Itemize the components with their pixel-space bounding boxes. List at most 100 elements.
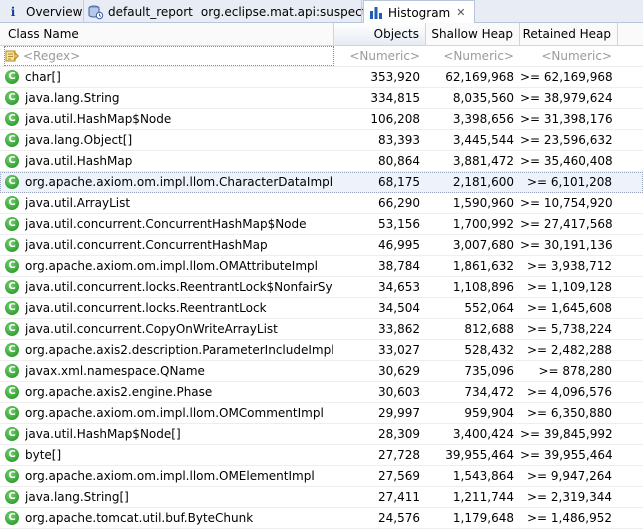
shallow-heap-cell: 959,904 — [464, 406, 514, 420]
class-name-cell: C byte[] — [5, 445, 333, 465]
shallow-heap-cell: 3,007,680 — [452, 238, 514, 252]
column-header-class-name[interactable]: Class Name — [0, 23, 334, 45]
table-row[interactable]: C java.util.concurrent.locks.ReentrantLo… — [0, 277, 643, 298]
objects-filter-input[interactable]: <Numeric> — [334, 46, 426, 66]
table-row[interactable]: C org.apache.axiom.om.impl.llom.OMAttrib… — [0, 256, 643, 277]
table-row[interactable]: C org.apache.tomcat.util.buf.ByteChunk 2… — [0, 508, 643, 529]
class-name: org.apache.tomcat.util.buf.ByteChunk — [25, 511, 254, 525]
shallow-heap-cell: 1,179,648 — [452, 511, 514, 525]
shallow-heap-cell: 552,064 — [464, 301, 514, 315]
class-icon: C — [5, 196, 19, 210]
retained-heap-cell: >= 9,947,264 — [527, 469, 612, 483]
objects-cell: 38,784 — [378, 259, 420, 273]
class-icon: C — [5, 238, 19, 252]
objects-cell: 34,653 — [378, 280, 420, 294]
table-row[interactable]: C java.lang.String 334,815 8,035,560 >= … — [0, 88, 643, 109]
shallow-heap-filter-input[interactable]: <Numeric> — [426, 46, 520, 66]
class-name: org.apache.axiom.om.impl.llom.OMCommentI… — [25, 406, 324, 420]
info-icon: i — [10, 4, 16, 19]
table-row[interactable]: C org.apache.axis2.description.Parameter… — [0, 340, 643, 361]
tab-histogram[interactable]: Histogram ✕ — [363, 0, 475, 24]
table-row[interactable]: C java.util.HashMap$Node[] 28,309 3,400,… — [0, 424, 643, 445]
tab-default-report[interactable]: default_report org.eclipse.mat.api:suspe… — [84, 0, 373, 23]
tab-overview[interactable]: i Overview — [0, 0, 84, 23]
shallow-heap-cell: 2,181,600 — [452, 175, 514, 189]
table-row[interactable]: C javax.xml.namespace.QName 30,629 735,0… — [0, 361, 643, 382]
class-icon: C — [5, 490, 19, 504]
retained-heap-cell: >= 6,101,208 — [527, 175, 612, 189]
tab-report-label: default_report — [108, 4, 193, 19]
shallow-heap-cell: 62,169,968 — [445, 70, 514, 84]
column-header-retained-heap[interactable]: Retained Heap — [520, 23, 618, 45]
class-icon: C — [5, 175, 19, 189]
table-row[interactable]: C java.lang.Object[] 83,393 3,445,544 >=… — [0, 130, 643, 151]
column-header-shallow-heap[interactable]: Shallow Heap — [426, 23, 520, 45]
table-row[interactable]: C java.util.concurrent.ConcurrentHashMap… — [0, 214, 643, 235]
objects-cell: 106,208 — [370, 112, 420, 126]
class-name: org.apache.axiom.om.impl.llom.OMAttribut… — [25, 259, 318, 273]
class-name-cell: C java.util.HashMap$Node — [5, 109, 333, 129]
objects-cell: 66,290 — [378, 196, 420, 210]
class-name: java.lang.Object[] — [25, 133, 133, 147]
table-row[interactable]: C java.util.HashMap 80,864 3,881,472 >= … — [0, 151, 643, 172]
histogram-table-body: C char[] 353,920 62,169,968 >= 62,169,96… — [0, 67, 643, 529]
retained-heap-cell: >= 1,645,608 — [527, 301, 612, 315]
class-name: java.lang.String[] — [25, 490, 129, 504]
class-name: char[] — [25, 70, 61, 84]
class-name-cell: C java.util.concurrent.ConcurrentHashMap… — [5, 214, 333, 234]
class-icon: C — [5, 427, 19, 441]
retained-heap-cell: >= 878,280 — [538, 364, 612, 378]
retained-heap-filter-input[interactable]: <Numeric> — [520, 46, 618, 66]
table-row[interactable]: C org.apache.axiom.om.impl.llom.Characte… — [0, 172, 643, 193]
shallow-heap-cell: 528,432 — [464, 343, 514, 357]
class-name: java.util.concurrent.locks.ReentrantLock — [25, 301, 267, 315]
class-name-cell: C java.util.concurrent.ConcurrentHashMap — [5, 235, 333, 255]
class-name: java.util.concurrent.ConcurrentHashMap$N… — [25, 217, 307, 231]
retained-heap-cell: >= 30,191,136 — [520, 238, 612, 252]
objects-cell: 24,576 — [378, 511, 420, 525]
class-name: java.util.HashMap — [25, 154, 133, 168]
table-row[interactable]: C org.apache.axiom.om.impl.llom.OMElemen… — [0, 466, 643, 487]
objects-cell: 53,156 — [378, 217, 420, 231]
table-row[interactable]: C org.apache.axiom.om.impl.llom.OMCommen… — [0, 403, 643, 424]
retained-heap-cell: >= 10,754,920 — [520, 196, 612, 210]
class-icon: C — [5, 91, 19, 105]
close-icon[interactable]: ✕ — [456, 6, 465, 19]
table-row[interactable]: C java.util.ArrayList 66,290 1,590,960 >… — [0, 193, 643, 214]
class-name-cell: C org.apache.axiom.om.impl.llom.OMCommen… — [5, 403, 333, 423]
retained-heap-cell: >= 23,596,632 — [520, 133, 612, 147]
table-row[interactable]: C char[] 353,920 62,169,968 >= 62,169,96… — [0, 67, 643, 88]
table-row[interactable]: C java.util.concurrent.locks.ReentrantLo… — [0, 298, 643, 319]
table-row[interactable]: C byte[] 27,728 39,955,464 >= 39,955,464 — [0, 445, 643, 466]
class-name-cell: C org.apache.axis2.engine.Phase — [5, 382, 333, 402]
retained-heap-cell: >= 39,955,464 — [520, 448, 612, 462]
class-icon: C — [5, 322, 19, 336]
class-name-cell: C java.lang.String — [5, 88, 333, 108]
regex-filter-input[interactable]: <Regex> — [4, 46, 334, 66]
class-name-cell: C java.util.concurrent.CopyOnWriteArrayL… — [5, 319, 333, 339]
class-name-cell: C org.apache.tomcat.util.buf.ByteChunk — [5, 508, 333, 528]
class-name-cell: C java.lang.String[] — [5, 487, 333, 507]
table-row[interactable]: C org.apache.axis2.engine.Phase 30,603 7… — [0, 382, 643, 403]
table-row[interactable]: C java.util.HashMap$Node 106,208 3,398,6… — [0, 109, 643, 130]
tab-overview-label: Overview — [26, 4, 83, 19]
class-name: java.util.concurrent.ConcurrentHashMap — [25, 238, 268, 252]
class-name-cell: C org.apache.axis2.description.Parameter… — [5, 340, 333, 360]
regex-filter-icon — [5, 49, 20, 63]
class-name-cell: C org.apache.axiom.om.impl.llom.OMElemen… — [5, 466, 333, 486]
objects-cell: 30,603 — [378, 385, 420, 399]
class-icon: C — [5, 385, 19, 399]
class-name: org.apache.axis2.description.ParameterIn… — [25, 343, 333, 357]
objects-cell: 334,815 — [370, 91, 420, 105]
table-row[interactable]: C java.lang.String[] 27,411 1,211,744 >=… — [0, 487, 643, 508]
shallow-heap-cell: 734,472 — [464, 385, 514, 399]
tab-report-sublabel: org.eclipse.mat.api:suspects — [200, 4, 373, 19]
column-header-objects[interactable]: Objects — [334, 23, 426, 45]
table-row[interactable]: C java.util.concurrent.CopyOnWriteArrayL… — [0, 319, 643, 340]
objects-cell: 27,728 — [378, 448, 420, 462]
table-row[interactable]: C java.util.concurrent.ConcurrentHashMap… — [0, 235, 643, 256]
class-name: java.lang.String — [25, 91, 120, 105]
shallow-heap-cell: 3,445,544 — [452, 133, 514, 147]
objects-cell: 34,504 — [378, 301, 420, 315]
class-name-cell: C java.util.concurrent.locks.ReentrantLo… — [5, 277, 333, 297]
